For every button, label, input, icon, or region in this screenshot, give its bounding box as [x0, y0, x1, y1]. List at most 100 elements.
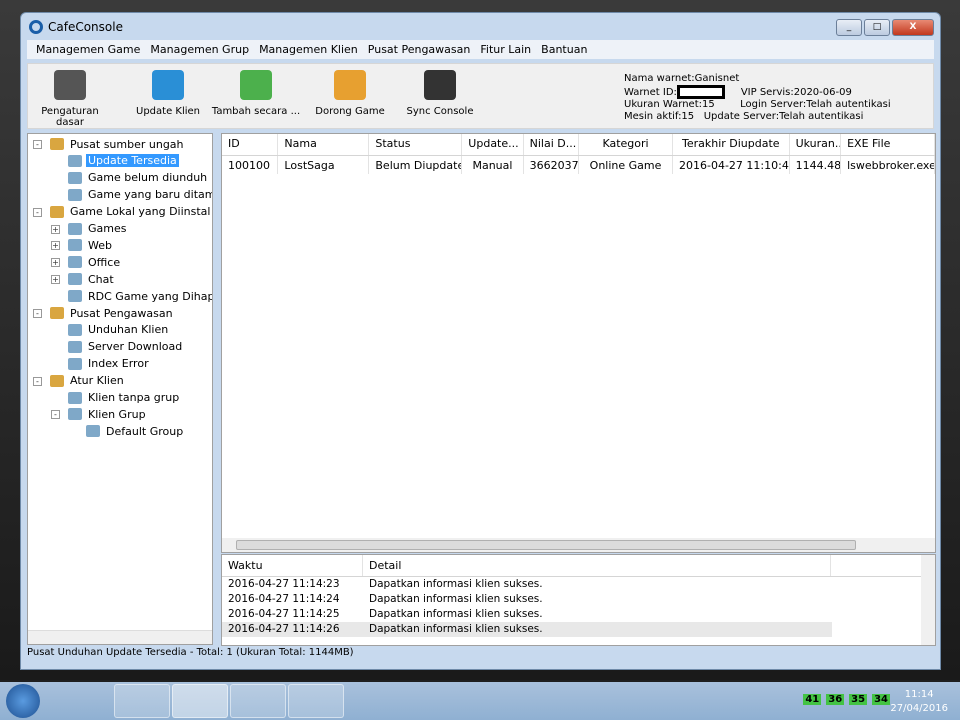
expand-toggle[interactable]: +	[51, 258, 60, 268]
table-cell: 100100	[222, 156, 279, 174]
collapse-toggle[interactable]: -	[33, 309, 42, 318]
collapse-toggle[interactable]: -	[33, 207, 42, 217]
toolbar: Nama warnet:Ganisnet Warnet ID: VIP Serv…	[27, 63, 934, 129]
menu-managemen-grup[interactable]: Managemen Grup	[145, 40, 254, 59]
log-row[interactable]: 2016-04-27 11:14:25 Dapatkan informasi kl…	[222, 607, 935, 622]
column-header[interactable]: EXE File	[841, 134, 935, 155]
tree-item[interactable]: Chat	[68, 271, 116, 287]
tree-item-label: Game Lokal yang Diinstal	[70, 205, 211, 219]
table-cell: Belum Diupdate	[369, 156, 463, 174]
scrollbar-thumb[interactable]	[236, 540, 856, 550]
log-col-detail[interactable]: Detail	[363, 555, 831, 576]
log-vertical-scrollbar[interactable]	[921, 555, 935, 645]
close-button[interactable]: X	[892, 19, 934, 36]
tree-item[interactable]: RDC Game yang Dihapus	[68, 288, 212, 304]
tree-item[interactable]: Klien Grup	[68, 406, 148, 422]
column-header[interactable]: Nama	[278, 134, 370, 155]
column-header[interactable]: Nilai D...	[524, 134, 580, 155]
log-cell: 2016-04-27 11:14:24	[228, 593, 340, 605]
log-row[interactable]: 2016-04-27 11:14:24 Dapatkan informasi kl…	[222, 592, 935, 607]
taskbar-app-notepad[interactable]	[230, 684, 286, 718]
log-col-waktu[interactable]: Waktu	[222, 555, 363, 576]
toolbar-button[interactable]: Pengaturan dasar	[28, 70, 112, 128]
tree-item[interactable]: Game Lokal yang Diinstal	[50, 204, 212, 220]
toolbar-button-label: Sync Console	[406, 106, 474, 117]
clock[interactable]: 11:14 27/04/2016	[890, 688, 948, 716]
menu-bantuan[interactable]: Bantuan	[536, 40, 592, 59]
table-horizontal-scrollbar[interactable]	[222, 538, 935, 552]
expand-toggle[interactable]: +	[51, 275, 60, 285]
collapse-toggle[interactable]: -	[33, 376, 42, 386]
taskbar-app-sb[interactable]	[288, 684, 344, 718]
tree-item-label: Default Group	[106, 424, 184, 438]
toolbar-button[interactable]: Update Klien	[126, 70, 210, 117]
toolbar-button[interactable]: Tambah secara ...	[206, 70, 306, 117]
log-row[interactable]: 2016-04-27 11:14:23 Dapatkan informasi kl…	[222, 577, 935, 592]
cafeconsole-window: CafeConsole _ □ X Managemen Game Managem…	[20, 12, 941, 670]
tree-item[interactable]: Index Error	[68, 356, 151, 372]
title-bar: CafeConsole	[21, 13, 940, 41]
column-header[interactable]: Kategori	[579, 134, 673, 155]
tree-node-icon	[50, 374, 64, 387]
tree-item[interactable]: Unduhan Klien	[68, 322, 170, 338]
tree-node-icon	[68, 273, 82, 286]
tree-node-icon	[68, 188, 82, 201]
tree-item[interactable]: Pusat Pengawasan	[50, 305, 175, 321]
start-button[interactable]	[6, 684, 40, 718]
column-header[interactable]: Update...	[462, 134, 524, 155]
tree-item-label: RDC Game yang Dihapus	[88, 289, 212, 303]
maximize-button[interactable]: □	[864, 19, 890, 36]
table-cell: Manual	[462, 156, 524, 174]
toolbar-button[interactable]: Dorong Game	[308, 70, 392, 117]
column-header[interactable]: ID	[222, 134, 279, 155]
column-header[interactable]: Terakhir Diupdate	[673, 134, 790, 155]
tree-item-label: Index Error	[88, 357, 149, 371]
menu-managemen-klien[interactable]: Managemen Klien	[254, 40, 363, 59]
collapse-toggle[interactable]: -	[51, 410, 60, 420]
table-row[interactable]: 100100 LostSaga Belum Diupdate Manual 366203…	[222, 156, 935, 174]
tree-item[interactable]: Default Group	[86, 423, 185, 439]
tree-item[interactable]: Klien tanpa grup	[68, 390, 181, 406]
taskbar-app-update[interactable]	[114, 684, 170, 718]
tree-item[interactable]: Server Download	[68, 339, 184, 355]
expand-toggle[interactable]: +	[51, 241, 60, 251]
menu-pusat-pengawasan[interactable]: Pusat Pengawasan	[363, 40, 476, 59]
tray-number[interactable]: 41	[803, 694, 822, 705]
tree-item[interactable]: Game yang baru ditambah	[68, 187, 212, 203]
table-cell: lswebbroker.exe	[841, 156, 935, 174]
refresh-icon	[152, 70, 184, 100]
tray-number[interactable]: 34	[872, 694, 890, 705]
minimize-button[interactable]: _	[836, 19, 862, 36]
column-header[interactable]: Ukuran...	[790, 134, 842, 155]
navigation-tree: - Pusat sumber ungah Update Tersedia Game b…	[27, 133, 213, 645]
table-cell: 36620377	[524, 156, 580, 174]
tree-item[interactable]: Atur Klien	[50, 373, 126, 389]
tree-item-label: Server Download	[88, 340, 183, 354]
tree-item[interactable]: Pusat sumber ungah	[50, 136, 186, 152]
tray-number[interactable]: 35	[849, 694, 868, 705]
log-row[interactable]: 2016-04-27 11:14:26 Dapatkan informasi kl…	[222, 622, 832, 637]
tree-item[interactable]: Web	[68, 237, 114, 253]
tree-item-label: Unduhan Klien	[88, 323, 169, 337]
info-ukuran: Ukuran Warnet:15	[624, 99, 715, 110]
taskbar-app-1[interactable]	[56, 684, 112, 718]
info-warnet-id: Warnet ID:	[624, 87, 677, 98]
tree-item[interactable]: Game belum diunduh	[68, 170, 209, 186]
menu-fitur-lain[interactable]: Fitur Lain	[475, 40, 536, 59]
taskbar-app-cafeconsole[interactable]	[172, 684, 228, 718]
toolbar-button[interactable]: Sync Console	[398, 70, 482, 117]
tree-item[interactable]: Games	[68, 221, 128, 237]
menu-managemen-game[interactable]: Managemen Game	[31, 40, 145, 59]
tree-item-label: Games	[88, 222, 127, 235]
column-header[interactable]: Status	[369, 134, 463, 155]
tray-number[interactable]: 36	[826, 694, 845, 705]
expand-toggle[interactable]: +	[51, 224, 60, 234]
tree-item[interactable]: Update Tersedia	[68, 153, 179, 169]
log-cell: Dapatkan informasi klien sukses.	[369, 578, 543, 590]
tree-horizontal-scrollbar[interactable]	[28, 630, 212, 644]
taskbar: 41 36 35 34 11:14 27/04/2016	[0, 682, 960, 720]
tree-item[interactable]: Office	[68, 254, 122, 270]
info-update-server: Update Server:Telah autentikasi	[703, 111, 864, 122]
tree-node-icon	[68, 408, 82, 421]
collapse-toggle[interactable]: -	[33, 140, 42, 149]
